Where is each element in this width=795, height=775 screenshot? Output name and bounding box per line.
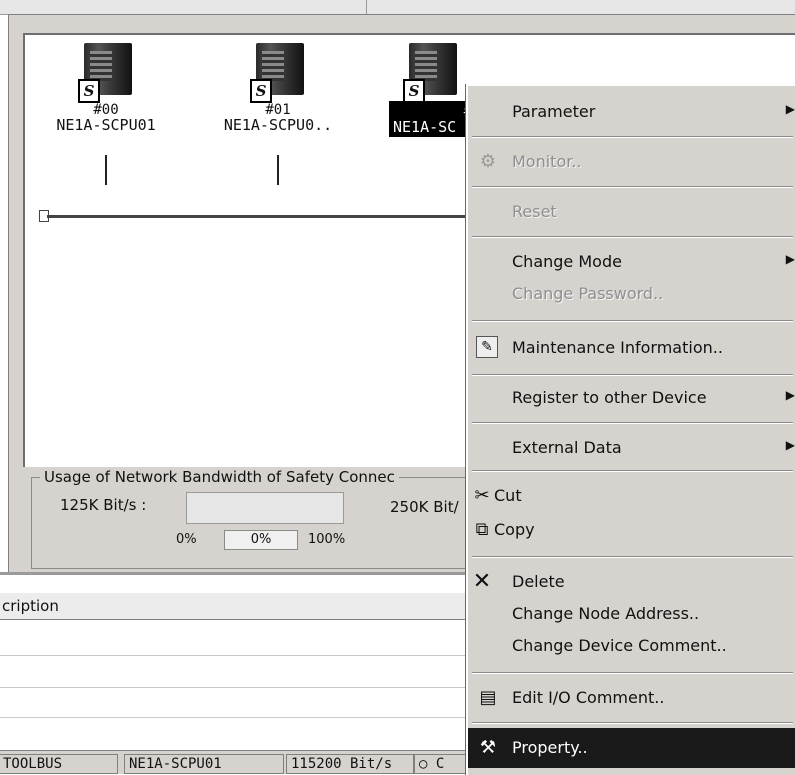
- bandwidth-usage-group: Usage of Network Bandwidth of Safety Con…: [31, 468, 493, 569]
- menu-label: Register to other Device: [512, 388, 707, 407]
- status-interface: TOOLBUS: [0, 754, 118, 774]
- copy-icon: ⧉: [475, 519, 489, 540]
- delete-icon: ✕: [472, 569, 492, 594]
- safety-badge: S: [250, 79, 272, 103]
- submenu-arrow-icon: ▶: [785, 388, 795, 402]
- device-name: NE1A-SCPU0..: [223, 116, 333, 134]
- bandwidth-250k-label: 250K Bit/: [390, 498, 459, 516]
- menu-item-register-to-other-device[interactable]: Register to other Device ▶: [468, 378, 795, 418]
- safety-controller-icon: S: [403, 43, 459, 103]
- safety-controller-icon: S: [78, 43, 134, 103]
- header-divider: [366, 0, 367, 14]
- menu-item-property[interactable]: ⚒ Property..: [468, 728, 795, 768]
- menu-separator: [472, 422, 793, 424]
- property-icon: ⚒: [479, 737, 497, 758]
- node-address: #01: [265, 102, 291, 118]
- scissors-icon: ✂: [474, 485, 490, 506]
- menu-label: Cut: [494, 486, 522, 505]
- submenu-arrow-icon: ▶: [785, 102, 795, 116]
- menu-item-monitor[interactable]: ⚙ Monitor..: [468, 142, 795, 182]
- menu-label: Property..: [512, 738, 588, 757]
- device-name: NE1A-SCPU01: [56, 116, 156, 134]
- description-column-label: cription: [2, 597, 59, 615]
- maintenance-icon: ✎: [476, 336, 498, 358]
- menu-label: Change Password..: [512, 284, 664, 303]
- menu-label: Edit I/O Comment..: [512, 688, 665, 707]
- menu-label: Monitor..: [512, 152, 582, 171]
- menu-separator: [472, 236, 793, 238]
- menu-item-edit-io-comment[interactable]: ▤ Edit I/O Comment..: [468, 678, 795, 718]
- menu-item-reset[interactable]: Reset: [468, 192, 795, 232]
- menu-separator: [472, 186, 793, 188]
- menu-item-maintenance-information[interactable]: ✎ Maintenance Information..: [468, 328, 795, 368]
- menu-label: Change Device Comment..: [512, 636, 727, 655]
- status-device: NE1A-SCPU01: [124, 754, 284, 774]
- menu-label: Maintenance Information..: [512, 338, 723, 357]
- menu-item-parameter[interactable]: PParameter ▶: [468, 92, 795, 132]
- menu-label: Reset: [512, 202, 557, 221]
- edit-io-icon: ▤: [479, 687, 497, 708]
- menu-label: External Data: [512, 438, 622, 457]
- bandwidth-percent-value: 0%: [224, 530, 298, 550]
- status-baud-rate: 115200 Bit/s: [286, 754, 414, 774]
- status-connection: ○ C: [414, 754, 468, 774]
- menu-item-copy[interactable]: ⧉ Copy: [468, 510, 795, 550]
- submenu-arrow-icon: ▶: [785, 438, 795, 452]
- safety-badge: S: [403, 79, 425, 103]
- bus-drop-line: [277, 155, 279, 185]
- menu-separator: [472, 320, 793, 322]
- bandwidth-125k-bar: [186, 492, 344, 524]
- menu-separator: [472, 556, 793, 558]
- safety-badge: S: [78, 79, 100, 103]
- menu-label: PParameter: [512, 102, 596, 121]
- menu-label: Delete: [512, 572, 565, 591]
- device-context-menu: PParameter ▶ ⚙ Monitor.. Reset Change Mo…: [466, 84, 795, 775]
- menu-separator: [472, 374, 793, 376]
- network-bus-line: [47, 215, 507, 218]
- menu-label: Change Node Address..: [512, 604, 700, 623]
- top-header-strip: [0, 0, 795, 15]
- menu-separator: [472, 672, 793, 674]
- menu-item-change-password[interactable]: Change Password..: [468, 274, 795, 314]
- menu-label: Change Mode: [512, 252, 622, 271]
- bandwidth-125k-label: 125K Bit/s :: [60, 496, 147, 514]
- safety-controller-icon: S: [250, 43, 306, 103]
- scale-max-label: 100%: [308, 532, 346, 547]
- node-address: #00: [93, 102, 119, 118]
- menu-separator: [472, 136, 793, 138]
- menu-separator: [472, 722, 793, 724]
- scale-min-label: 0%: [176, 532, 197, 547]
- device-node-01[interactable]: S #01 NE1A-SCPU0..: [203, 43, 353, 185]
- menu-label: Copy: [494, 520, 535, 539]
- device-node-00[interactable]: S #00 NE1A-SCPU01: [31, 43, 181, 185]
- bandwidth-group-title: Usage of Network Bandwidth of Safety Con…: [40, 468, 399, 486]
- menu-separator: [472, 470, 793, 472]
- menu-item-external-data[interactable]: External Data ▶: [468, 428, 795, 468]
- menu-item-change-device-comment[interactable]: Change Device Comment..: [468, 626, 795, 666]
- submenu-arrow-icon: ▶: [785, 252, 795, 266]
- bus-drop-line: [105, 155, 107, 185]
- monitor-icon: ⚙: [479, 151, 497, 172]
